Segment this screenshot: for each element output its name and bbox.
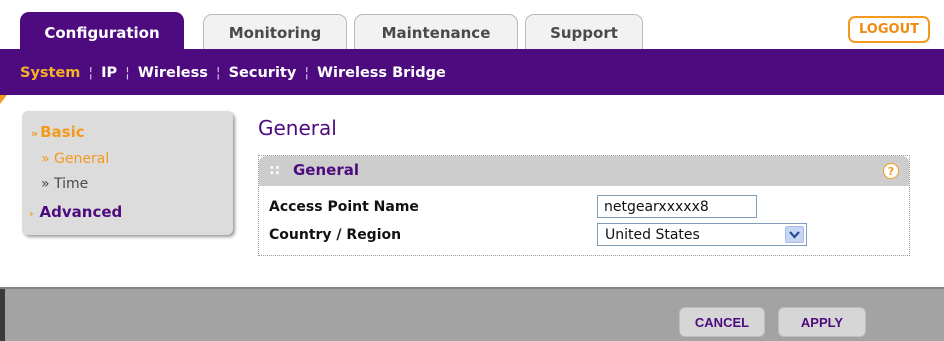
top-tab-strip: Configuration Monitoring Maintenance Sup… xyxy=(0,0,944,52)
subnav-separator: ¦ xyxy=(304,65,310,81)
bottom-left-shade xyxy=(0,289,5,341)
tab-maintenance[interactable]: Maintenance xyxy=(354,14,518,50)
subnav-item-wireless[interactable]: Wireless xyxy=(138,65,208,81)
subnav-item-wireless-bridge[interactable]: Wireless Bridge xyxy=(317,65,446,81)
general-panel: :: General ? Access Point Name Country /… xyxy=(258,155,910,256)
help-icon[interactable]: ? xyxy=(883,163,899,179)
subnav-item-ip[interactable]: IP xyxy=(101,65,117,81)
corner-accent xyxy=(0,95,7,104)
sub-navigation: System ¦ IP ¦ Wireless ¦ Security ¦ Wire… xyxy=(0,51,944,95)
subnav-item-system[interactable]: System xyxy=(20,65,80,81)
tab-monitoring[interactable]: Monitoring xyxy=(203,14,347,50)
menu-item-basic[interactable]: » Basic xyxy=(31,123,85,141)
menu-item-advanced-label: Advanced xyxy=(39,203,123,221)
logout-button[interactable]: LOGOUT xyxy=(848,16,930,43)
country-region-select[interactable]: United States xyxy=(597,223,807,246)
double-arrow-icon: » xyxy=(41,151,50,167)
panel-header: :: General ? xyxy=(259,156,909,186)
menu-item-time[interactable]: » Time xyxy=(41,176,88,192)
double-arrow-icon: » xyxy=(41,176,50,192)
access-point-name-input[interactable] xyxy=(597,195,757,218)
tab-support[interactable]: Support xyxy=(525,14,643,50)
drag-handle-icon: :: xyxy=(269,162,281,178)
cancel-button[interactable]: CANCEL xyxy=(679,307,765,337)
menu-item-basic-label: Basic xyxy=(40,123,85,141)
subnav-item-security[interactable]: Security xyxy=(229,65,297,81)
chevron-down-icon[interactable] xyxy=(785,226,804,243)
menu-item-general[interactable]: » General xyxy=(41,151,109,167)
panel-title: General xyxy=(293,161,359,179)
tab-configuration[interactable]: Configuration xyxy=(20,12,184,52)
access-point-name-label: Access Point Name xyxy=(269,199,419,215)
subnav-separator: ¦ xyxy=(215,65,221,81)
double-arrow-icon: » xyxy=(31,127,39,140)
chevron-right-icon: › xyxy=(29,207,34,220)
left-menu: » Basic » General » Time › Advanced xyxy=(22,111,233,235)
subnav-separator: ¦ xyxy=(88,65,94,81)
country-region-value: United States xyxy=(605,227,700,243)
menu-item-advanced[interactable]: › Advanced xyxy=(29,203,122,221)
menu-item-time-label: Time xyxy=(54,176,89,192)
subnav-separator: ¦ xyxy=(125,65,130,81)
page-title: General xyxy=(258,116,337,140)
menu-item-general-label: General xyxy=(54,151,110,167)
apply-button[interactable]: APPLY xyxy=(778,307,866,337)
country-region-label: Country / Region xyxy=(269,227,402,243)
